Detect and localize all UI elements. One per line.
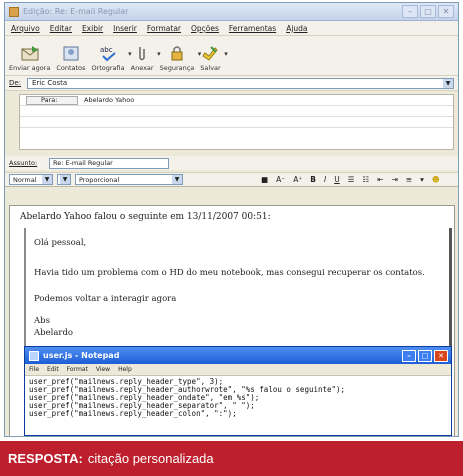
caption-bar: RESPOSTA: citação personalizada xyxy=(0,441,463,476)
quote-line: Abs xyxy=(34,316,50,326)
notepad-menu-format[interactable]: Format xyxy=(67,366,88,373)
caption-text: citação personalizada xyxy=(87,451,214,466)
spellcheck-icon: abc xyxy=(98,44,118,62)
maximize-button[interactable]: □ xyxy=(420,5,436,18)
numbered-list-icon[interactable]: ☷ xyxy=(360,175,371,184)
subject-label: Assunto: xyxy=(9,159,38,167)
svg-text:abc: abc xyxy=(100,46,113,54)
menu-exibir[interactable]: Exibir xyxy=(82,24,103,33)
text-color-icon[interactable]: ■ xyxy=(259,175,270,184)
insert-icon[interactable]: ▾ xyxy=(418,175,426,184)
italic-icon[interactable]: I xyxy=(322,175,328,184)
subject-input[interactable]: Re: E-mail Regular xyxy=(49,157,169,169)
font-select[interactable]: Proporcional ▼ xyxy=(75,174,183,185)
window-controls: – □ ✕ xyxy=(402,5,454,18)
from-row: De: Eric Costa ▼ xyxy=(5,76,458,91)
notepad-close-button[interactable]: ✕ xyxy=(434,349,448,362)
format-toolbar: Normal ▼ ▼ Proporcional ▼ ■ A⁻ A⁺ B I U … xyxy=(5,172,458,187)
menu-editar[interactable]: Editar xyxy=(50,24,72,33)
notepad-menu-help[interactable]: Help xyxy=(118,366,132,373)
quote-line: Podemos voltar a interagir agora xyxy=(34,294,177,304)
chevron-down-icon[interactable]: ▼ xyxy=(172,175,182,184)
menu-ferramentas[interactable]: Ferramentas xyxy=(229,24,276,33)
quote-line: Olá pessoal, xyxy=(34,238,87,248)
scrollbar[interactable] xyxy=(449,228,452,348)
recipient-row[interactable]: Para: Abelardo Yahoo xyxy=(20,95,453,106)
menu-opcoes[interactable]: Opções xyxy=(191,24,219,33)
paragraph-style-select[interactable]: Normal ▼ xyxy=(9,174,53,185)
security-button[interactable]: Segurança ▾ xyxy=(160,44,201,72)
save-button[interactable]: Salvar ▾ xyxy=(200,44,228,72)
subject-row: Assunto: Re: E-mail Regular xyxy=(5,156,458,170)
notepad-text-area[interactable]: user_pref("mailnews.reply_header_type", … xyxy=(25,376,451,420)
notepad-menu-edit[interactable]: Edit xyxy=(47,366,59,373)
smiley-icon[interactable]: ☻ xyxy=(430,175,442,184)
save-icon xyxy=(200,44,220,62)
paperclip-icon xyxy=(132,44,152,62)
menu-bar: Arquivo Editar Exibir Inserir Formatar O… xyxy=(5,21,458,36)
minimize-button[interactable]: – xyxy=(402,5,418,18)
notepad-menu-bar: File Edit Format View Help xyxy=(25,364,451,376)
contacts-button[interactable]: Contatos xyxy=(56,44,85,72)
menu-ajuda[interactable]: Ajuda xyxy=(286,24,307,33)
chevron-down-icon[interactable]: ▼ xyxy=(443,78,453,88)
notepad-menu-file[interactable]: File xyxy=(29,366,39,373)
recipient-row-empty[interactable] xyxy=(20,106,453,117)
title-bar: Edição: Re: E-mail Regular – □ ✕ xyxy=(5,3,458,21)
bold-icon[interactable]: B xyxy=(308,175,318,184)
caption-label: RESPOSTA: xyxy=(8,451,83,466)
attach-button[interactable]: Anexar ▾ xyxy=(131,44,161,72)
app-icon xyxy=(9,6,19,17)
recipients-list: Para: Abelardo Yahoo xyxy=(19,94,454,150)
chevron-down-icon[interactable]: ▼ xyxy=(60,175,70,184)
notepad-window-controls: – □ ✕ xyxy=(402,349,448,362)
underline-icon[interactable]: U xyxy=(332,175,342,184)
font-smaller-icon[interactable]: A⁻ xyxy=(274,175,287,184)
bullet-list-icon[interactable]: ☰ xyxy=(346,175,357,184)
quote-line: Abelardo xyxy=(34,328,74,338)
menu-arquivo[interactable]: Arquivo xyxy=(11,24,40,33)
from-value: Eric Costa xyxy=(32,79,68,87)
close-button[interactable]: ✕ xyxy=(438,5,454,18)
toolbar: Enviar agora Contatos abc Ortografia ▾ A… xyxy=(5,36,458,76)
align-icon[interactable]: ≡ xyxy=(404,175,414,184)
code-line: user_pref("mailnews.reply_header_colon",… xyxy=(29,409,237,418)
chevron-down-icon[interactable]: ▼ xyxy=(42,175,52,184)
notepad-icon xyxy=(29,350,39,361)
send-icon xyxy=(20,44,40,62)
send-button[interactable]: Enviar agora xyxy=(9,44,50,72)
menu-formatar[interactable]: Formatar xyxy=(147,24,181,33)
recipient-row-empty[interactable] xyxy=(20,117,453,128)
indent-icon[interactable]: ⇥ xyxy=(389,175,399,184)
quote-line: Havia tido um problema com o HD do meu n… xyxy=(34,268,425,278)
lock-icon xyxy=(167,44,187,62)
reply-header: Abelardo Yahoo falou o seguinte em 13/11… xyxy=(20,212,271,222)
font-larger-icon[interactable]: A⁺ xyxy=(291,175,304,184)
spellcheck-button[interactable]: abc Ortografia ▾ xyxy=(91,44,131,72)
notepad-title: user.js - Notepad xyxy=(43,351,120,360)
recipient-row-empty[interactable] xyxy=(20,128,453,139)
notepad-title-bar: user.js - Notepad – □ ✕ xyxy=(25,347,451,364)
notepad-window: user.js - Notepad – □ ✕ File Edit Format… xyxy=(24,346,452,436)
from-select[interactable]: Eric Costa ▼ xyxy=(27,77,454,89)
quoted-text: Olá pessoal, Havia tido um problema com … xyxy=(24,228,452,356)
style-extra-select[interactable]: ▼ xyxy=(57,174,71,185)
window-title: Edição: Re: E-mail Regular xyxy=(23,7,129,16)
save-dropdown-icon[interactable]: ▾ xyxy=(224,50,228,58)
from-label: De: xyxy=(9,79,22,87)
notepad-menu-view[interactable]: View xyxy=(96,366,110,373)
menu-inserir[interactable]: Inserir xyxy=(113,24,137,33)
notepad-maximize-button[interactable]: □ xyxy=(418,349,432,362)
recipient-address[interactable]: Abelardo Yahoo xyxy=(84,96,134,104)
outdent-icon[interactable]: ⇤ xyxy=(375,175,385,184)
notepad-minimize-button[interactable]: – xyxy=(402,349,416,362)
recipient-type-select[interactable]: Para: xyxy=(26,95,78,105)
contacts-icon xyxy=(61,44,81,62)
